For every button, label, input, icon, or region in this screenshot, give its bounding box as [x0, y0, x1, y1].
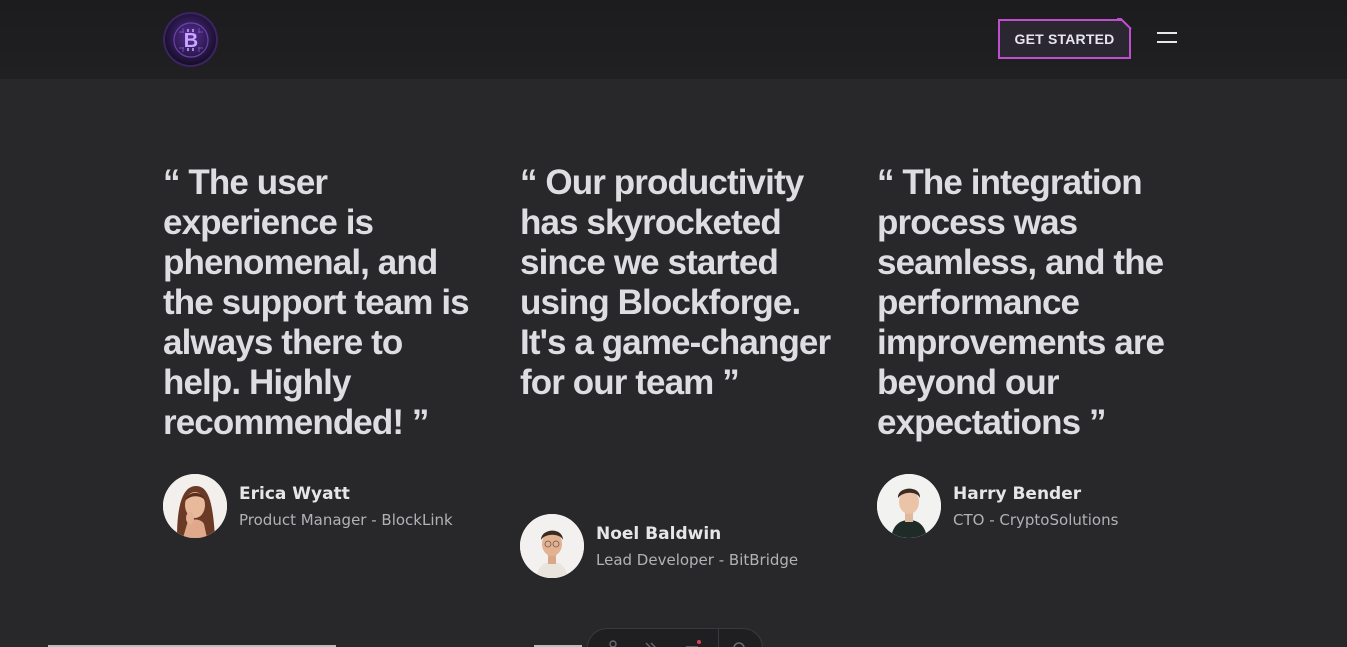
testimonial-quote: “ The integration process was seamless, … — [877, 163, 1165, 442]
get-started-button[interactable]: GET STARTED — [998, 19, 1131, 59]
tools-icon[interactable] — [642, 639, 660, 647]
floating-toolbar — [587, 628, 763, 647]
site-header: B GET STARTED — [0, 0, 1347, 79]
notification-icon[interactable] — [684, 639, 702, 647]
toolbar-divider — [718, 629, 719, 647]
author-role: Product Manager - BlockLink — [239, 511, 453, 529]
bitcoin-logo-icon[interactable]: B — [163, 12, 218, 67]
avatar — [520, 514, 584, 578]
author-role: Lead Developer - BitBridge — [596, 551, 799, 569]
svg-text:B: B — [183, 30, 197, 52]
person-icon[interactable] — [604, 639, 622, 647]
testimonial-quote: “ Our productivity has skyrocketed since… — [520, 163, 831, 402]
author-role: CTO - CryptoSolutions — [953, 511, 1119, 529]
avatar — [877, 474, 941, 538]
avatar — [163, 474, 227, 538]
hamburger-menu-icon[interactable] — [1154, 30, 1180, 48]
author-name: Noel Baldwin — [596, 524, 722, 544]
testimonial-quote: “ The user experience is phenomenal, and… — [163, 163, 470, 442]
gear-icon[interactable] — [730, 639, 748, 647]
author-name: Harry Bender — [953, 484, 1082, 504]
author-name: Erica Wyatt — [239, 484, 350, 504]
